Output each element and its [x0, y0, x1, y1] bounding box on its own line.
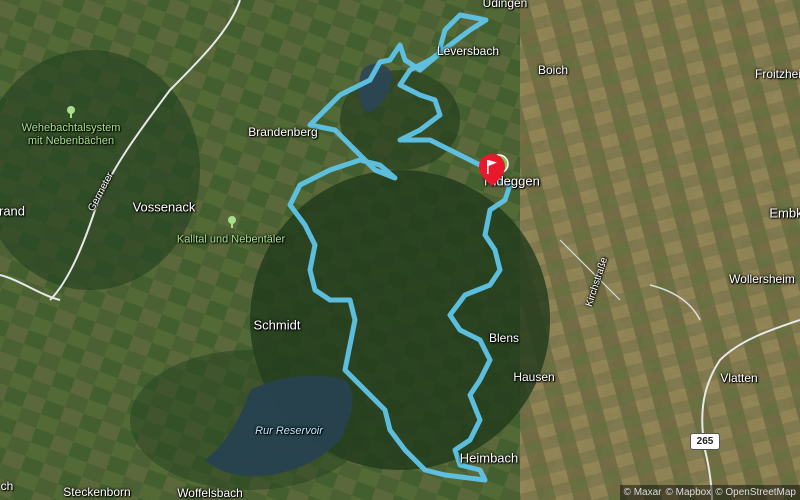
attribution-osm-link[interactable]: © OpenStreetMap	[715, 487, 796, 498]
map-view[interactable]: Udingen Leversbach Boich Froitzhei Brand…	[0, 0, 800, 500]
finish-flag-icon[interactable]	[477, 152, 509, 188]
tree-icon	[228, 216, 236, 228]
place-label-ch: ch	[0, 479, 14, 493]
water-label-rur-reservoir: Rur Reservoir	[255, 425, 323, 437]
place-label-vlatten: Vlatten	[720, 371, 758, 385]
place-label-blens: Blens	[488, 331, 520, 345]
place-label-boich: Boich	[537, 63, 569, 77]
place-label-embken: Embk	[769, 205, 800, 221]
park-label-wehebachtal: Wehebachtalsystem mit Nebenbächen	[21, 122, 121, 147]
place-label-schmidt: Schmidt	[253, 317, 301, 333]
place-label-brandenberg: Brandenberg	[248, 125, 318, 139]
place-label-froitzheim: Froitzhei	[754, 67, 800, 81]
place-label-vossenack: Vossenack	[132, 199, 196, 215]
road-shield-265: 265	[690, 433, 720, 450]
attribution-mapbox-link[interactable]: © Mapbox	[666, 487, 712, 498]
place-label-hausen: Hausen	[513, 370, 555, 384]
place-label-heimbach: Heimbach	[459, 450, 519, 466]
place-label-wollersheim: Wollersheim	[729, 272, 795, 286]
place-label-udingen: Udingen	[482, 0, 528, 10]
attribution-maxar-link[interactable]: © Maxar	[624, 487, 662, 498]
park-label-kalltal: Kalltal und Nebentäler	[176, 233, 286, 246]
place-label-leversbach: Leversbach	[436, 44, 500, 58]
map-attribution: © Maxar © Mapbox © OpenStreetMap	[619, 485, 800, 500]
place-label-steckenborn: Steckenborn	[63, 485, 131, 499]
place-label-grand: rand	[0, 203, 26, 219]
place-label-woffelsbach: Woffelsbach	[177, 486, 243, 500]
satellite-terrain	[0, 0, 800, 500]
tree-icon	[67, 106, 75, 118]
